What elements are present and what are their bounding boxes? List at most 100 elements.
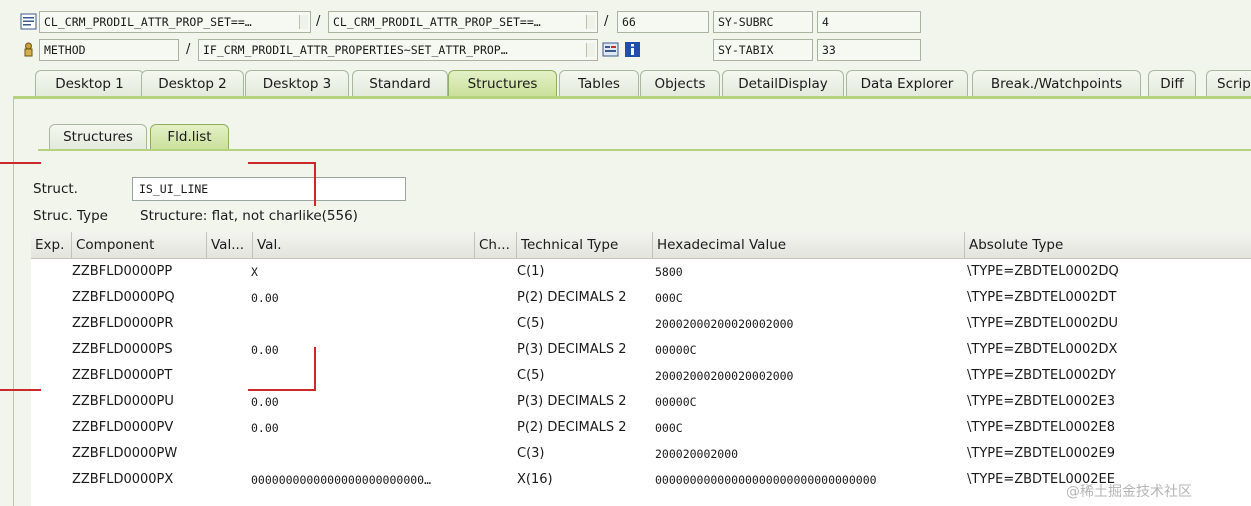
sysvar-name-field[interactable]: SY-SUBRC bbox=[713, 11, 813, 33]
sysvar-value-field[interactable]: 4 bbox=[817, 11, 921, 33]
technical-type-cell[interactable]: C(5) bbox=[517, 311, 649, 337]
absolute-type-cell[interactable]: \TYPE=ZBDTEL0002E3 bbox=[967, 389, 1251, 415]
tab-diff[interactable]: Diff bbox=[1148, 70, 1196, 97]
program-field[interactable]: CL_CRM_PRODIL_ATTR_PROP_SET==… bbox=[39, 11, 311, 33]
display-icon[interactable] bbox=[602, 41, 619, 58]
hex-value-cell[interactable]: 000C bbox=[655, 285, 963, 311]
technical-type-cell[interactable]: C(3) bbox=[517, 441, 649, 467]
annotation-line bbox=[248, 389, 316, 391]
col-header-val[interactable]: Val. bbox=[253, 232, 475, 259]
col-header-exp[interactable]: Exp. bbox=[31, 232, 72, 259]
absolute-type-cell[interactable]: \TYPE=ZBDTEL0002DX bbox=[967, 337, 1251, 363]
sysvar-name-field[interactable]: SY-TABIX bbox=[713, 39, 813, 61]
absolute-type-cell[interactable]: \TYPE=ZBDTEL0002E9 bbox=[967, 441, 1251, 467]
absolute-type-cell[interactable]: \TYPE=ZBDTEL0002E8 bbox=[967, 415, 1251, 441]
tab-break-watchpoints[interactable]: Break./Watchpoints bbox=[972, 70, 1141, 97]
table-row[interactable]: ZZBFLD0000PW C(3) 200020002000 \TYPE=ZBDTEL… bbox=[31, 441, 1251, 467]
value-cell[interactable]: X bbox=[251, 259, 473, 285]
tab-desktop-3[interactable]: Desktop 3 bbox=[245, 70, 349, 97]
annotation-line bbox=[0, 162, 41, 164]
tab-objects[interactable]: Objects bbox=[640, 70, 720, 97]
component-cell[interactable]: ZZBFLD0000PP bbox=[72, 259, 207, 285]
value-cell[interactable] bbox=[251, 311, 473, 337]
struct-label: Struct. bbox=[33, 181, 78, 197]
tab-script[interactable]: Scrip bbox=[1206, 70, 1251, 97]
struct-type-value: Structure: flat, not charlike(556) bbox=[140, 208, 358, 224]
value-cell[interactable]: 0.00 bbox=[251, 415, 473, 441]
component-cell[interactable]: ZZBFLD0000PV bbox=[72, 415, 207, 441]
header-row-program: CL_CRM_PRODIL_ATTR_PROP_SET==… / CL_CRM_… bbox=[0, 11, 1251, 33]
technical-type-cell[interactable]: P(2) DECIMALS 2 bbox=[517, 415, 649, 441]
table-row[interactable]: ZZBFLD0000PV 0.00 P(2) DECIMALS 2 000C \TYPE… bbox=[31, 415, 1251, 441]
col-header-hex-value[interactable]: Hexadecimal Value bbox=[653, 232, 965, 259]
hex-value-cell[interactable]: 20002000200020002000 bbox=[655, 311, 963, 337]
technical-type-cell[interactable]: C(5) bbox=[517, 363, 649, 389]
technical-type-cell[interactable]: P(3) DECIMALS 2 bbox=[517, 389, 649, 415]
technical-type-cell[interactable]: X(16) bbox=[517, 467, 649, 493]
absolute-type-cell[interactable]: \TYPE=ZBDTEL0002DU bbox=[967, 311, 1251, 337]
component-cell[interactable]: ZZBFLD0000PR bbox=[72, 311, 207, 337]
separator: / bbox=[604, 14, 609, 29]
tab-desktop-1[interactable]: Desktop 1 bbox=[35, 70, 144, 97]
tab-desktop-2[interactable]: Desktop 2 bbox=[141, 70, 244, 97]
value-cell[interactable]: 0.00 bbox=[251, 285, 473, 311]
component-cell[interactable]: ZZBFLD0000PX bbox=[72, 467, 207, 493]
tab-tables[interactable]: Tables bbox=[559, 70, 639, 97]
component-cell[interactable]: ZZBFLD0000PQ bbox=[72, 285, 207, 311]
table-row[interactable]: ZZBFLD0000PQ 0.00 P(2) DECIMALS 2 000C \TYPE… bbox=[31, 285, 1251, 311]
editor-icon[interactable] bbox=[20, 13, 37, 30]
include-field[interactable]: CL_CRM_PRODIL_ATTR_PROP_SET==… bbox=[328, 11, 598, 33]
hex-value-cell[interactable]: 00000000000000000000000000000000 bbox=[655, 467, 963, 493]
hex-value-cell[interactable]: 00000C bbox=[655, 389, 963, 415]
tab-structures[interactable]: Structures bbox=[448, 70, 557, 97]
info-icon[interactable] bbox=[624, 41, 641, 58]
watermark: @稀土掘金技术社区 bbox=[1066, 484, 1192, 500]
table-row[interactable]: ZZBFLD0000PU 0.00 P(3) DECIMALS 2 00000C \TY… bbox=[31, 389, 1251, 415]
struct-input[interactable]: IS_UI_LINE bbox=[132, 177, 406, 201]
tab-standard[interactable]: Standard bbox=[352, 70, 448, 97]
hex-value-cell[interactable]: 200020002000 bbox=[655, 441, 963, 467]
absolute-type-cell[interactable]: \TYPE=ZBDTEL0002DY bbox=[967, 363, 1251, 389]
technical-type-cell[interactable]: P(3) DECIMALS 2 bbox=[517, 337, 649, 363]
table-row[interactable]: ZZBFLD0000PT C(5) 20002000200020002000 \TYP… bbox=[31, 363, 1251, 389]
component-cell[interactable]: ZZBFLD0000PW bbox=[72, 441, 207, 467]
component-cell[interactable]: ZZBFLD0000PT bbox=[72, 363, 207, 389]
struct-type-label: Struc. Type bbox=[33, 208, 108, 224]
absolute-type-cell[interactable]: \TYPE=ZBDTEL0002DQ bbox=[967, 259, 1251, 285]
hex-value-cell[interactable]: 20002000200020002000 bbox=[655, 363, 963, 389]
technical-type-cell[interactable]: C(1) bbox=[517, 259, 649, 285]
table-row[interactable]: ZZBFLD0000PS 0.00 P(3) DECIMALS 2 00000C \TY… bbox=[31, 337, 1251, 363]
value-cell[interactable]: 0.00 bbox=[251, 337, 473, 363]
value-cell[interactable] bbox=[251, 363, 473, 389]
component-cell[interactable]: ZZBFLD0000PU bbox=[72, 389, 207, 415]
annotation-line bbox=[248, 162, 316, 164]
technical-type-cell[interactable]: P(2) DECIMALS 2 bbox=[517, 285, 649, 311]
col-header-technical-type[interactable]: Technical Type bbox=[517, 232, 653, 259]
hex-value-cell[interactable]: 00000C bbox=[655, 337, 963, 363]
value-cell[interactable]: 0000000000000000000000000… bbox=[251, 467, 473, 493]
value-cell[interactable] bbox=[251, 441, 473, 467]
tab-detaildisplay[interactable]: DetailDisplay bbox=[722, 70, 844, 97]
subtab-structures[interactable]: Structures bbox=[49, 124, 147, 150]
subtab-fld-list[interactable]: Fld.list bbox=[150, 124, 229, 150]
table-row[interactable]: ZZBFLD0000PR C(5) 20002000200020002000 \TYP… bbox=[31, 311, 1251, 337]
value-cell[interactable]: 0.00 bbox=[251, 389, 473, 415]
method-field[interactable]: IF_CRM_PRODIL_ATTR_PROPERTIES~SET_ATTR_P… bbox=[198, 39, 598, 61]
line-number-field[interactable]: 66 bbox=[617, 11, 709, 33]
absolute-type-cell[interactable]: \TYPE=ZBDTEL0002DT bbox=[967, 285, 1251, 311]
sysvar-value-field[interactable]: 33 bbox=[817, 39, 921, 61]
col-header-val-short[interactable]: Val... bbox=[207, 232, 253, 259]
hex-value-cell[interactable]: 5800 bbox=[655, 259, 963, 285]
hex-value-cell[interactable]: 000C bbox=[655, 415, 963, 441]
col-header-absolute-type[interactable]: Absolute Type bbox=[965, 232, 1251, 259]
component-cell[interactable]: ZZBFLD0000PS bbox=[72, 337, 207, 363]
annotation-line bbox=[0, 389, 41, 391]
col-header-component[interactable]: Component bbox=[72, 232, 207, 259]
tab-data-explorer[interactable]: Data Explorer bbox=[846, 70, 968, 97]
separator: / bbox=[186, 42, 191, 57]
annotation-line bbox=[314, 347, 316, 391]
table-row[interactable]: ZZBFLD0000PP X C(1) 5800 \TYPE=ZBDTEL0002DQ bbox=[31, 259, 1251, 285]
field-list-table: Exp. Component Val... Val. Ch... Technic… bbox=[31, 232, 1251, 506]
event-type-field[interactable]: METHOD bbox=[39, 39, 179, 61]
col-header-ch[interactable]: Ch... bbox=[475, 232, 517, 259]
